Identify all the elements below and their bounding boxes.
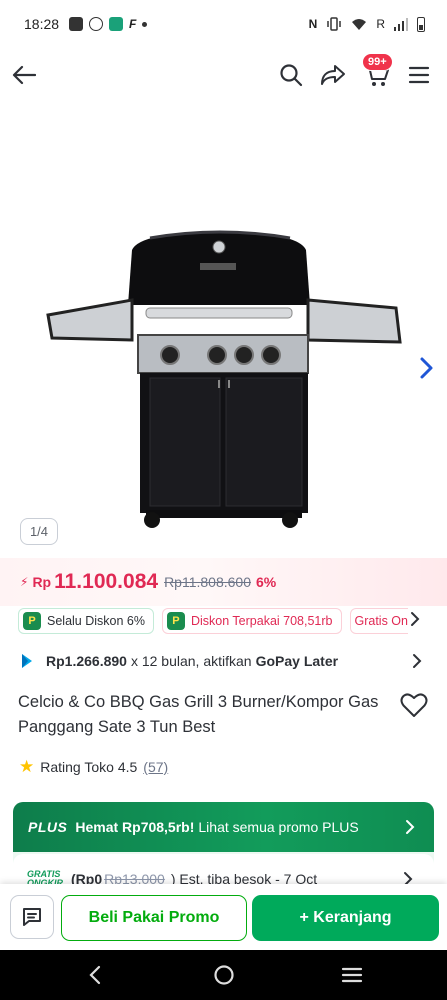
status-time: 18:28 [24,16,60,32]
flash-sale-icon: ⚡ [20,575,29,589]
back-button[interactable] [9,60,39,90]
gopay-later-icon [22,654,32,668]
top-app-bar: 99+ [0,48,447,104]
store-rating-label: Rating Toko 4.5 [40,759,138,775]
battery-icon [417,16,425,32]
signal-icon [394,17,408,31]
buy-with-promo-button[interactable]: Beli Pakai Promo [61,895,247,941]
price-original: Rp11.808.600 [164,574,251,590]
nav-recents-icon[interactable] [340,963,364,987]
more-notifications-dot [142,21,148,27]
chat-button[interactable] [10,895,54,939]
store-rating[interactable]: ★ Rating Toko 4.5 (57) [19,757,168,777]
installment-text: x 12 bulan, aktifkan [130,653,252,669]
promo-chips-more-button[interactable] [408,611,426,631]
promo-chip[interactable]: Gratis Ong [349,608,409,634]
carrier-letter: R [376,17,385,31]
installment-chevron[interactable] [410,653,424,669]
nfc-icon: N [308,17,318,31]
plus-promo-icon: P [23,612,41,630]
add-to-cart-button[interactable]: + Keranjang [252,895,439,941]
installment-amount: Rp1.266.890 [46,653,127,669]
plus-savings: Hemat Rp708,5rb! [75,819,195,835]
facebook-icon [69,17,84,31]
plus-link-text: Lihat semua promo PLUS [198,819,359,835]
promo-chip[interactable]: P Diskon Terpakai 708,51rb [161,608,342,634]
heart-icon [400,693,428,717]
cart-button[interactable]: 99+ [362,53,393,90]
product-image-gallery[interactable] [0,110,447,555]
bottom-action-bar: Beli Pakai Promo + Keranjang [0,884,447,950]
promo-chip-label: Diskon Terpakai 708,51rb [190,614,333,628]
wishlist-button[interactable] [400,692,428,718]
status-system-icons: N R [308,16,425,32]
status-notification-icons: F [69,17,148,31]
system-navigation-bar [0,950,447,1000]
chevron-right-icon [406,820,415,834]
installment-row[interactable]: Rp1.266.890 x 12 bulan, aktifkan GoPay L… [18,648,428,674]
plus-promo-icon: P [166,612,185,630]
plus-promo-banner[interactable]: PLUS Hemat Rp708,5rb! Lihat semua promo … [13,802,434,852]
product-title: Celcio & Co BBQ Gas Grill 3 Burner/Kompo… [18,693,379,736]
star-icon: ★ [19,757,35,776]
share-icon [321,65,345,85]
app-notification-icon [109,17,124,31]
nav-back-icon[interactable] [84,963,108,987]
store-rating-count[interactable]: (57) [143,759,168,775]
price-section: ⚡ Rp 11.100.084 Rp11.808.600 6% [0,558,447,606]
search-button[interactable] [276,60,306,90]
status-bar: 18:28 F N R [0,0,447,48]
whatsapp-icon [89,17,104,31]
hamburger-menu-icon [408,66,430,84]
wifi-icon [352,18,367,30]
share-button[interactable] [318,60,348,90]
price-discount: 6% [256,574,277,590]
vibrate-icon [327,17,342,31]
installment-provider: GoPay Later [255,653,339,669]
chevron-right-icon [420,357,433,379]
promo-chip[interactable]: P Selalu Diskon 6% [18,608,154,634]
menu-button[interactable] [404,60,434,90]
cart-count-badge: 99+ [362,53,393,71]
chevron-right-icon [411,612,420,626]
nav-home-icon[interactable] [212,963,236,987]
price-currency: Rp [32,574,52,590]
promo-chip-label: Gratis Ong [354,614,409,628]
promo-chip-label: Selalu Diskon 6% [47,614,145,628]
search-icon [280,64,303,87]
chat-icon [23,908,41,926]
product-image [46,230,402,528]
flash-icon: F [129,17,137,31]
promo-chips: P Selalu Diskon 6% P Diskon Terpakai 708… [18,608,408,636]
price-current: 11.100.084 [54,570,159,593]
next-image-button[interactable] [414,356,438,380]
back-arrow-icon [12,65,36,85]
chevron-right-icon [413,654,422,668]
plus-logo: PLUS [28,819,68,835]
image-counter: 1/4 [20,518,58,545]
